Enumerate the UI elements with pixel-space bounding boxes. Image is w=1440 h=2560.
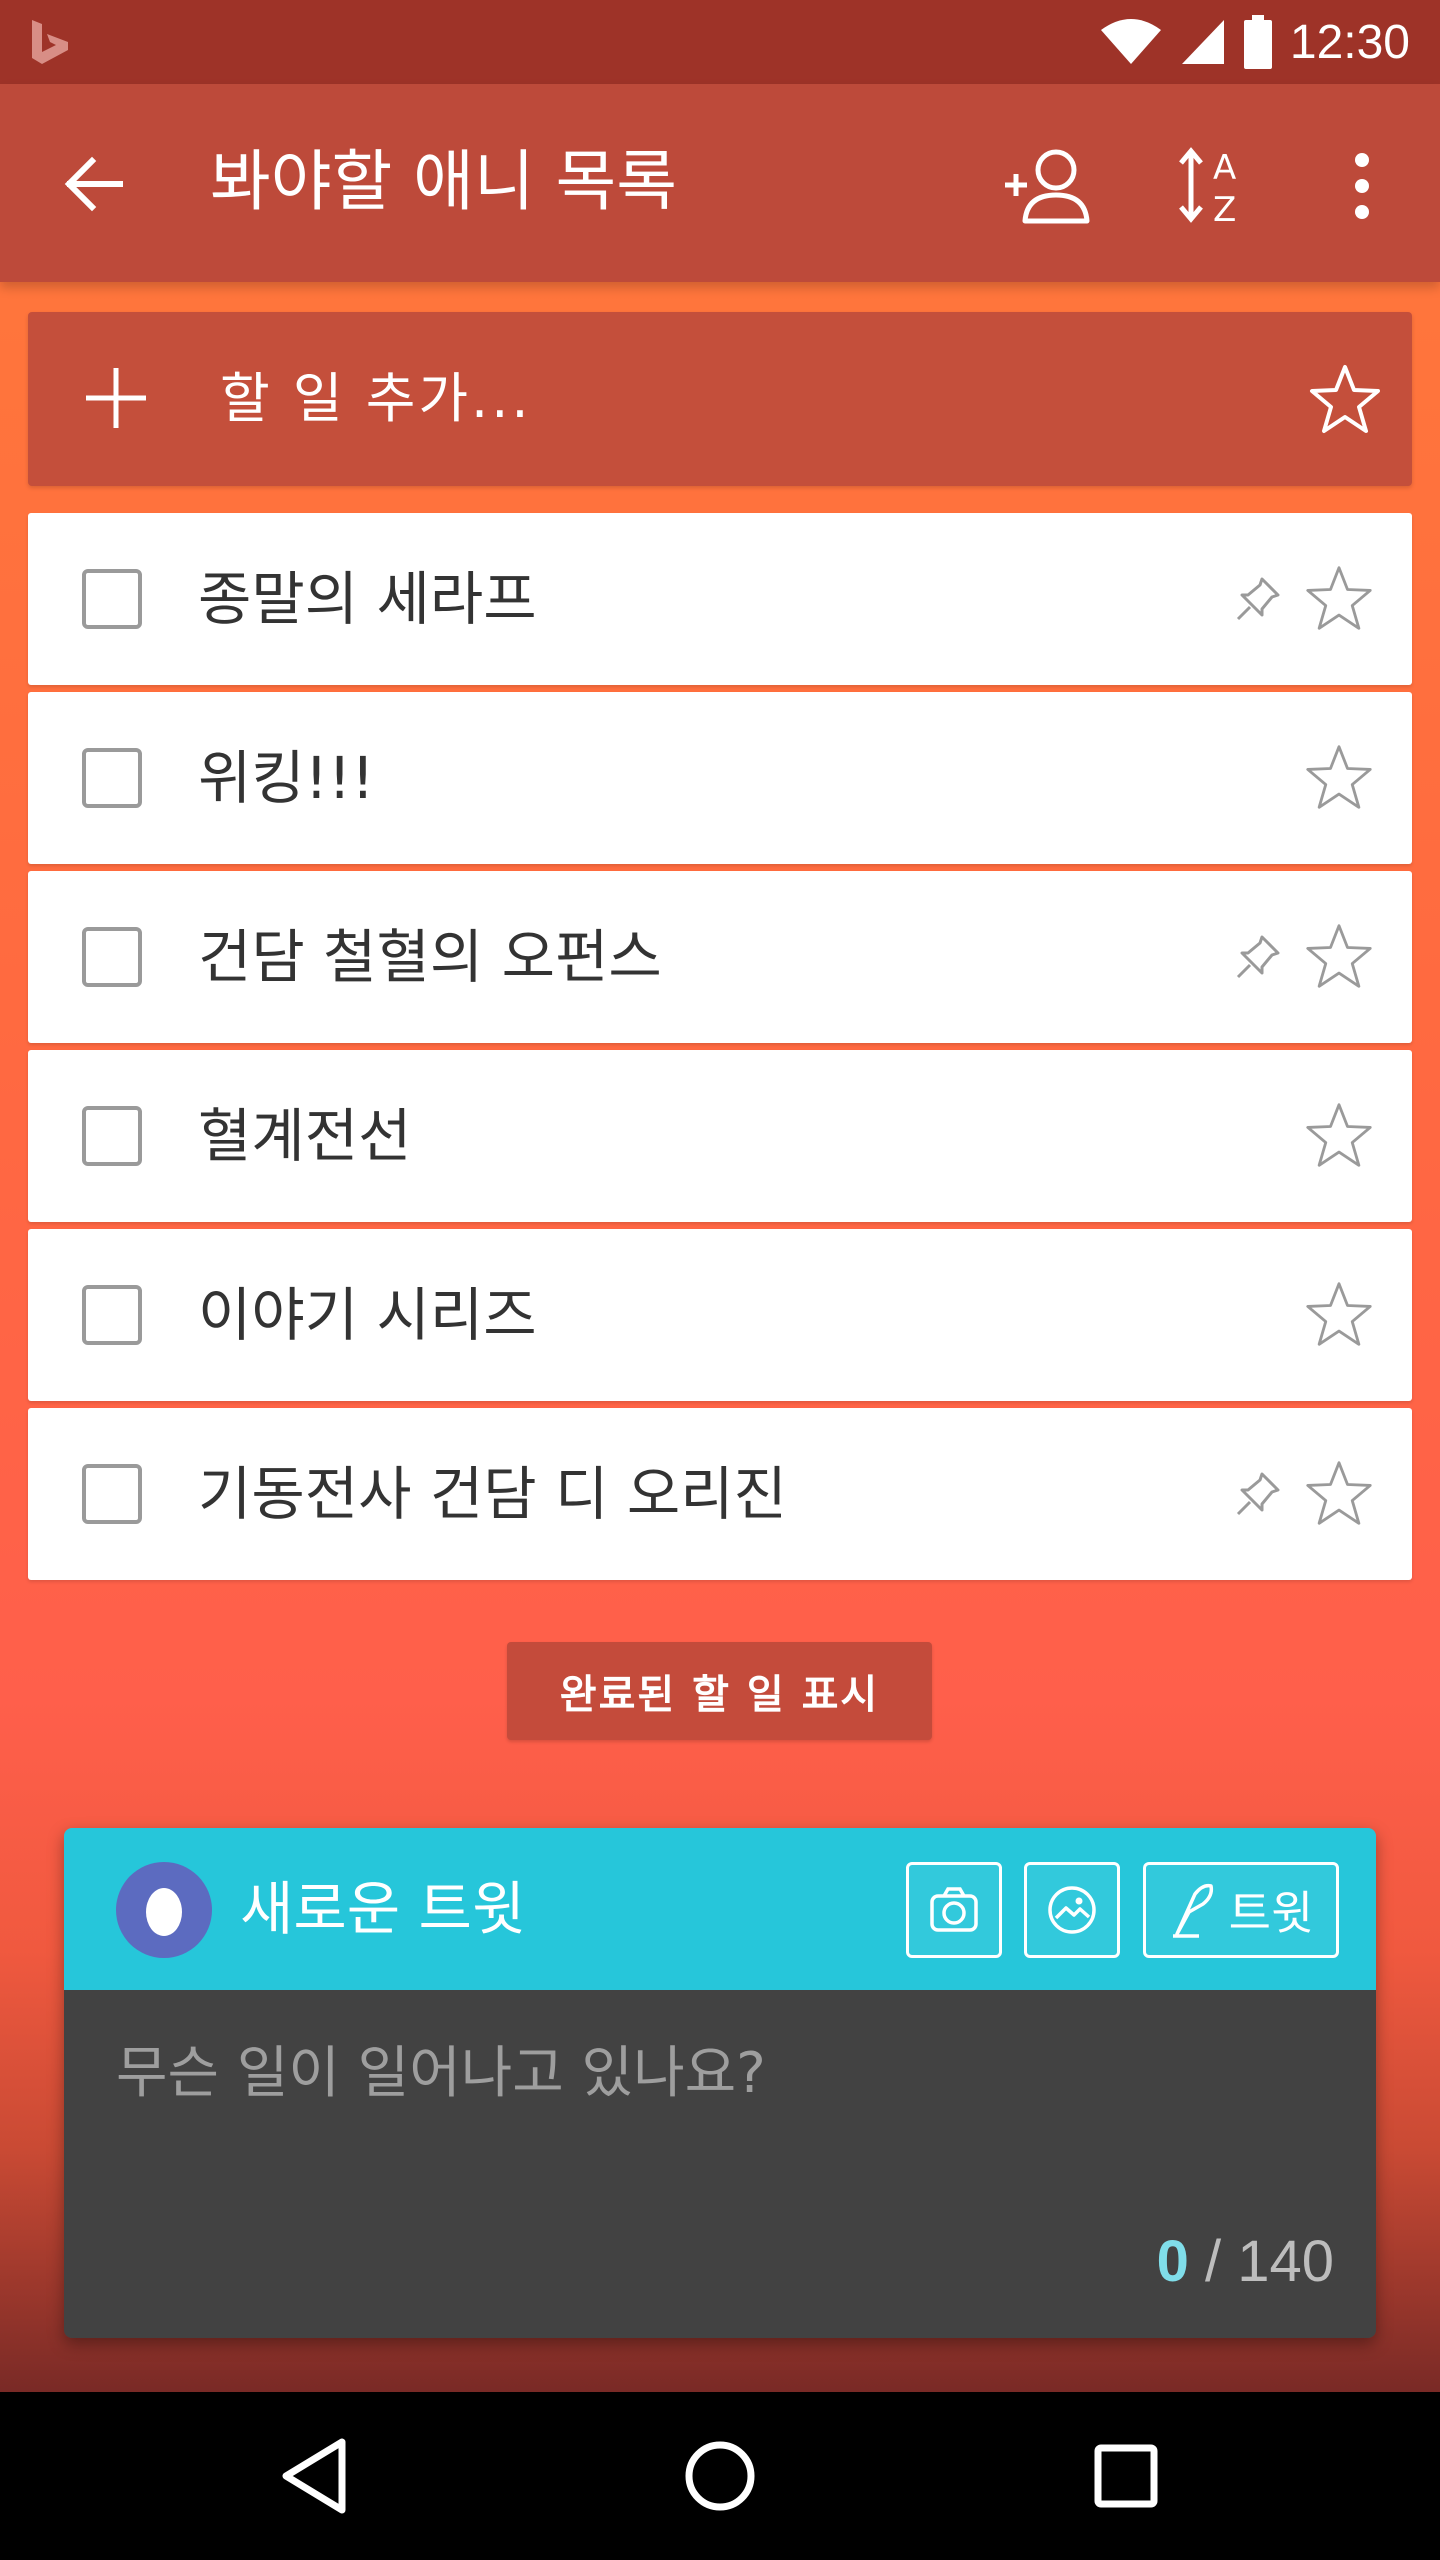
- task-item[interactable]: 종말의 세라프: [28, 513, 1412, 685]
- status-bar: 12:30: [0, 0, 1440, 84]
- pin-icon[interactable]: [1232, 573, 1284, 625]
- plus-icon: [86, 368, 146, 428]
- add-member-icon: [1005, 149, 1090, 224]
- app-bar: 봐야할 애니 목록 A Z: [0, 84, 1440, 282]
- add-member-button[interactable]: [998, 138, 1094, 234]
- tweet-title: 새로운 트윗: [240, 1875, 526, 1943]
- egg-avatar-icon: [146, 1888, 182, 1936]
- gallery-button[interactable]: [1024, 1862, 1120, 1958]
- task-checkbox[interactable]: [82, 569, 142, 629]
- task-title: 건담 철혈의 오펀스: [198, 923, 662, 991]
- task-title: 종말의 세라프: [198, 565, 537, 633]
- nav-home-icon[interactable]: [672, 2428, 768, 2524]
- tweet-send-button[interactable]: 트윗: [1143, 1862, 1339, 1958]
- star-icon[interactable]: [1304, 921, 1374, 991]
- star-icon[interactable]: [1308, 362, 1382, 436]
- task-item[interactable]: 기동전사 건담 디 오리진: [28, 1408, 1412, 1580]
- task-checkbox[interactable]: [82, 748, 142, 808]
- tweet-compose-area[interactable]: 무슨 일이 일어나고 있나요? 0 / 140: [64, 1990, 1376, 2338]
- more-vert-icon: [1355, 153, 1369, 219]
- avatar[interactable]: [116, 1862, 212, 1958]
- status-time: 12:30: [1289, 15, 1410, 69]
- show-completed-button[interactable]: 완료된 할 일 표시: [507, 1642, 932, 1740]
- pin-icon[interactable]: [1232, 1468, 1284, 1520]
- page-title: 봐야할 애니 목록: [210, 143, 677, 220]
- nav-recents-icon[interactable]: [1078, 2428, 1174, 2524]
- wifi-icon: [1100, 19, 1161, 64]
- star-icon[interactable]: [1304, 742, 1374, 812]
- bing-logo-icon: [32, 20, 68, 64]
- camera-icon: [930, 1887, 978, 1932]
- counter-current: 0: [1156, 2229, 1189, 2294]
- sort-az-icon: A Z: [1179, 147, 1236, 227]
- arrow-back-icon[interactable]: [58, 148, 130, 220]
- battery-icon: [1243, 15, 1272, 69]
- task-title: 이야기 시리즈: [198, 1281, 537, 1349]
- cell-signal-icon: [1181, 20, 1224, 64]
- star-icon[interactable]: [1304, 1458, 1374, 1528]
- more-options-button[interactable]: [1314, 138, 1410, 234]
- star-icon[interactable]: [1304, 563, 1374, 633]
- svg-text:A: A: [1213, 148, 1236, 188]
- task-checkbox[interactable]: [82, 1285, 142, 1345]
- star-icon[interactable]: [1304, 1100, 1374, 1170]
- task-item[interactable]: 건담 철혈의 오펀스: [28, 871, 1412, 1043]
- task-checkbox[interactable]: [82, 927, 142, 987]
- star-icon[interactable]: [1304, 1279, 1374, 1349]
- nav-back-icon[interactable]: [268, 2428, 364, 2524]
- task-item[interactable]: 혈계전선: [28, 1050, 1412, 1222]
- svg-text:Z: Z: [1213, 190, 1236, 227]
- tweet-input[interactable]: 무슨 일이 일어나고 있나요?: [116, 2034, 766, 2114]
- pin-icon[interactable]: [1232, 931, 1284, 983]
- task-title: 혈계전선: [198, 1102, 412, 1170]
- task-checkbox[interactable]: [82, 1464, 142, 1524]
- task-title: 기동전사 건담 디 오리진: [198, 1460, 787, 1528]
- system-nav-bar: [0, 2392, 1440, 2560]
- counter-separator: /: [1188, 2229, 1238, 2294]
- camera-button[interactable]: [906, 1862, 1002, 1958]
- task-item[interactable]: 이야기 시리즈: [28, 1229, 1412, 1401]
- add-task-input[interactable]: 할 일 추가...: [220, 360, 532, 438]
- sort-button[interactable]: A Z: [1168, 138, 1264, 234]
- tweet-widget: 새로운 트윗 트윗 무슨 일이 일어나고 있나요? 0 / 140: [64, 1828, 1376, 2338]
- quill-icon: [1172, 1883, 1213, 1938]
- character-counter: 0 / 140: [1157, 2228, 1334, 2295]
- add-task-bar[interactable]: 할 일 추가...: [28, 312, 1412, 486]
- task-item[interactable]: 위킹!!!: [28, 692, 1412, 864]
- counter-max: 140: [1237, 2229, 1334, 2294]
- task-title: 위킹!!!: [198, 744, 375, 812]
- tweet-header: 새로운 트윗 트윗: [64, 1828, 1376, 1990]
- image-icon: [1048, 1886, 1096, 1934]
- task-checkbox[interactable]: [82, 1106, 142, 1166]
- tweet-send-label: 트윗: [1228, 1886, 1314, 1940]
